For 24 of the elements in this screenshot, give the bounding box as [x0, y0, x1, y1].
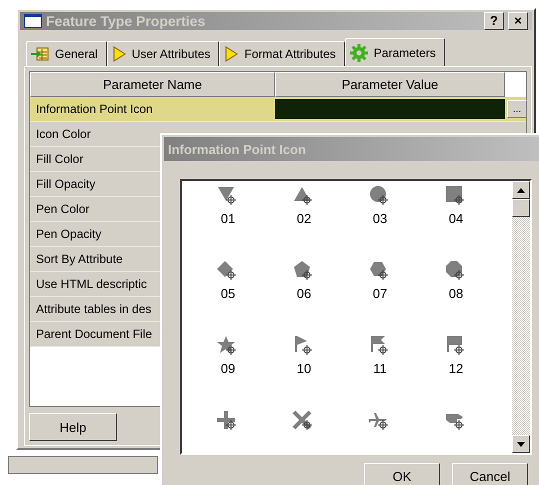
parameter-name: Information Point Icon — [36, 102, 153, 116]
icon-number: 03 — [372, 211, 388, 226]
icon-number: 08 — [448, 286, 464, 301]
parameter-name: Pen Opacity — [36, 227, 102, 241]
icon-number: 07 — [372, 286, 388, 301]
dialog-title: Information Point Icon — [164, 137, 539, 161]
parameter-name: Sort By Attribute — [36, 252, 123, 266]
icon-number: 01 — [220, 211, 236, 226]
icon-number: 05 — [220, 286, 236, 301]
icon-number: 06 — [296, 286, 312, 301]
parameter-name: Icon Color — [36, 127, 91, 141]
parameter-name: Parent Document File — [36, 327, 152, 341]
parameter-name: Fill Opacity — [36, 177, 96, 191]
icon-number: 10 — [296, 361, 312, 376]
icon-number: 11 — [373, 361, 387, 376]
window-title: Feature Type Properties — [46, 13, 206, 29]
parameter-name: Pen Color — [36, 202, 90, 216]
parameter-name: Fill Color — [36, 152, 84, 166]
icon-number: 09 — [220, 361, 236, 376]
icon-number: 12 — [448, 361, 464, 376]
icon-number: 04 — [448, 211, 464, 226]
parameter-name: Attribute tables in des — [36, 302, 152, 316]
icon-number: 02 — [296, 211, 312, 226]
parameter-name: Use HTML descriptic — [36, 277, 147, 291]
